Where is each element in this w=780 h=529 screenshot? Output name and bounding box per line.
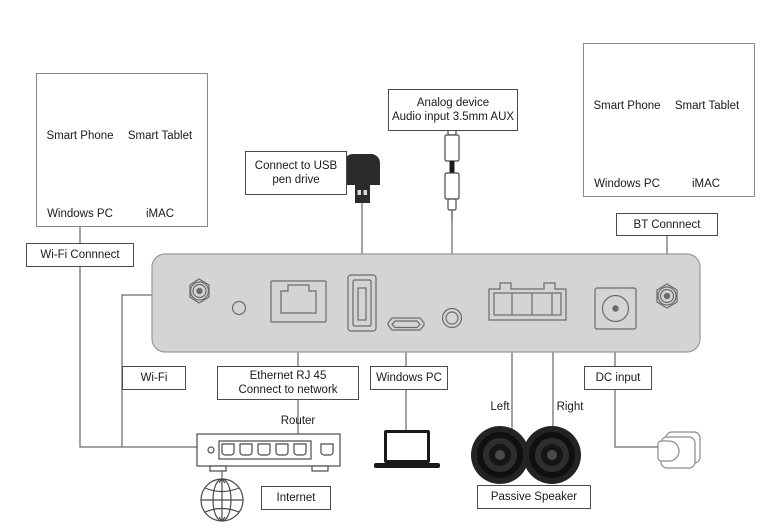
usb-pen-drive-label: Connect to USB pen drive <box>245 151 347 195</box>
power-adapter-icon <box>657 431 701 469</box>
laptop-icon <box>374 430 440 468</box>
wifi-label: Wi-Fi <box>122 366 186 390</box>
left-group-label-imac: iMAC <box>145 208 175 220</box>
left-channel-caption: Left <box>490 401 510 413</box>
right-group-label-smart-phone: Smart Phone <box>593 100 661 112</box>
right-channel-caption: Right <box>556 401 584 413</box>
analog-device-label: Analog device Audio input 3.5mm AUX <box>388 89 518 131</box>
internet-label: Internet <box>261 486 331 510</box>
connection-diagram: Smart Phone Smart Tablet Windows PC iMAC… <box>0 0 780 529</box>
left-group-label-smart-phone: Smart Phone <box>46 130 114 142</box>
usb-pen-drive-line1: Connect to USB <box>254 160 338 172</box>
left-group-label-windows-pc: Windows PC <box>47 208 113 220</box>
right-group-label-windows-pc: Windows PC <box>594 178 660 190</box>
bluetooth-device-group <box>583 43 755 197</box>
analog-line1: Analog device <box>416 97 490 109</box>
usb-flash-drive-icon <box>344 154 380 203</box>
analog-line2: Audio input 3.5mm AUX <box>391 111 515 123</box>
ethernet-line1: Ethernet RJ 45 <box>249 370 327 382</box>
right-group-label-imac: iMAC <box>691 178 721 190</box>
dc-input-label: DC input <box>584 366 652 390</box>
ethernet-label: Ethernet RJ 45 Connect to network <box>217 366 359 400</box>
bluetooth-antenna-connector <box>656 283 678 309</box>
device-rear-panel <box>151 253 701 353</box>
wifi-device-group <box>36 73 208 227</box>
bt-connect-label: BT Connnect <box>616 213 718 236</box>
globe-internet-icon <box>200 478 244 522</box>
windows-pc-label: Windows PC <box>370 366 448 390</box>
usb-pen-drive-line2: pen drive <box>272 174 320 186</box>
passive-speaker-label: Passive Speaker <box>477 485 591 509</box>
ethernet-line2: Connect to network <box>238 384 338 396</box>
wifi-connect-label: Wi-Fi Connnect <box>26 243 134 267</box>
speaker-right-icon <box>523 426 581 484</box>
router-icon <box>196 433 341 472</box>
router-caption: Router <box>280 415 316 427</box>
left-group-label-smart-tablet: Smart Tablet <box>127 130 193 142</box>
rca-audio-cable-icon <box>444 125 460 221</box>
speaker-left-icon <box>471 426 529 484</box>
right-group-label-smart-tablet: Smart Tablet <box>674 100 740 112</box>
wifi-antenna-connector <box>189 278 210 304</box>
